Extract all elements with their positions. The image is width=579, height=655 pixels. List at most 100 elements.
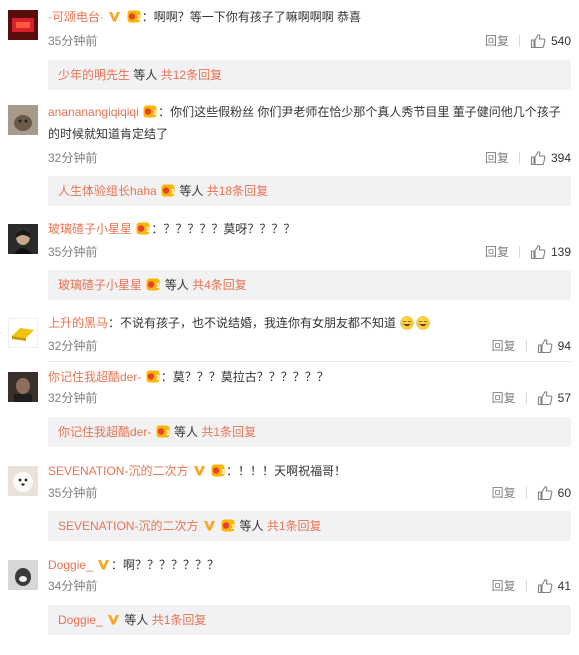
sub-reply-total[interactable]: 共1条回复 bbox=[267, 519, 322, 533]
sub-reply-total[interactable]: 共4条回复 bbox=[192, 278, 247, 292]
comment-body: Doggie_ ：啊？？？？？？？ bbox=[48, 554, 571, 576]
sub-reply-username[interactable]: SEVENATION-沉的二次方 bbox=[58, 519, 198, 533]
sub-reply-total[interactable]: 共18条回复 bbox=[207, 184, 268, 198]
sub-reply-username[interactable]: 少年的明先生 bbox=[58, 68, 130, 82]
comment-body: 上升的黑马：不说有孩子，也不说结婚，我连你有女朋友都不知道 bbox=[48, 312, 571, 334]
sub-reply-username[interactable]: 玻璃碴子小星星 bbox=[58, 278, 142, 292]
member-level-icon bbox=[127, 10, 141, 23]
sub-reply-by: 等人 bbox=[239, 519, 264, 533]
comment-actions: 回复 94 bbox=[492, 338, 571, 354]
sub-reply-total[interactable]: 共1条回复 bbox=[201, 425, 256, 439]
sub-replies-bar[interactable]: SEVENATION-沉的二次方 等人 共1条回复 bbox=[48, 511, 571, 541]
username-link[interactable]: 玻璃碴子小星星 bbox=[48, 222, 132, 236]
like-thumb-icon[interactable] bbox=[537, 485, 553, 501]
avatar[interactable] bbox=[8, 466, 38, 496]
like-count: 139 bbox=[550, 245, 571, 259]
reply-button[interactable]: 回复 bbox=[485, 33, 509, 49]
comment-item: Doggie_ ：啊？？？？？？？ 34分钟前 回复 41 Doggie_ 等人… bbox=[0, 550, 579, 655]
avatar-image bbox=[8, 560, 38, 590]
like-count: 394 bbox=[550, 151, 571, 165]
comment-actions: 回复 139 bbox=[485, 244, 571, 260]
verified-v-icon bbox=[97, 558, 110, 571]
sub-reply-username[interactable]: 人生体验组长haha bbox=[58, 184, 157, 198]
sub-reply-total[interactable]: 共1条回复 bbox=[152, 613, 207, 627]
comment-time: 34分钟前 bbox=[48, 579, 98, 593]
comment-text: ：？？？？？莫呀？？？？ bbox=[151, 222, 296, 236]
action-divider bbox=[518, 35, 520, 47]
like-thumb-icon[interactable] bbox=[530, 244, 546, 260]
laugh-cry-emoji-icon bbox=[400, 316, 414, 330]
avatar[interactable] bbox=[8, 560, 38, 590]
sub-replies-bar[interactable]: Doggie_ 等人 共1条回复 bbox=[48, 605, 571, 635]
reply-button[interactable]: 回复 bbox=[485, 150, 509, 166]
avatar-image bbox=[8, 466, 38, 496]
avatar[interactable] bbox=[8, 224, 38, 254]
comment-time: 32分钟前 bbox=[48, 391, 98, 405]
username-link[interactable]: anananangiqiqiqi bbox=[48, 105, 139, 119]
reply-button[interactable]: 回复 bbox=[492, 338, 516, 354]
action-divider bbox=[525, 580, 527, 592]
reply-button[interactable]: 回复 bbox=[492, 390, 516, 406]
reply-button[interactable]: 回复 bbox=[492, 578, 516, 594]
action-divider bbox=[525, 392, 527, 404]
avatar[interactable] bbox=[8, 105, 38, 135]
like-thumb-icon[interactable] bbox=[537, 338, 553, 354]
username-link[interactable]: SEVENATION-沉的二次方 bbox=[48, 464, 188, 478]
sub-reply-total[interactable]: 共12条回复 bbox=[161, 68, 222, 82]
comment-body: anananangiqiqiqi ：你们这些假粉丝 你们尹老师在恰少那个真人秀节… bbox=[48, 101, 571, 123]
verified-v-icon bbox=[203, 519, 216, 532]
verified-v-icon bbox=[107, 613, 120, 626]
username-link[interactable]: 你记住我超酷der- bbox=[48, 370, 141, 384]
comment-item: 你记住我超酷der- ：莫？？？莫拉古？？？？？？ 32分钟前 回复 57 你记… bbox=[0, 362, 579, 456]
member-level-icon bbox=[146, 278, 160, 291]
username-link[interactable]: 上升的黑马 bbox=[48, 316, 108, 330]
avatar-image bbox=[8, 372, 38, 402]
reply-button[interactable]: 回复 bbox=[485, 244, 509, 260]
comment-text-line2: 的时候就知道肯定结了 bbox=[48, 127, 169, 141]
avatar-image bbox=[8, 318, 38, 348]
username-link[interactable]: Doggie_ bbox=[48, 558, 93, 572]
sub-reply-by: 等人 bbox=[174, 425, 199, 439]
comment-text: ：！！！天啊祝福哥！ bbox=[226, 464, 347, 478]
sub-replies-bar[interactable]: 你记住我超酷der- 等人 共1条回复 bbox=[48, 417, 571, 447]
comment-actions: 回复 394 bbox=[485, 150, 571, 166]
avatar[interactable] bbox=[8, 10, 38, 40]
comment-actions: 回复 57 bbox=[492, 390, 571, 406]
like-thumb-icon[interactable] bbox=[530, 33, 546, 49]
comment-text: ：啊啊？等一下你有孩子了嘛啊啊啊 恭喜 bbox=[141, 10, 362, 24]
sub-replies-bar[interactable]: 人生体验组长haha 等人 共18条回复 bbox=[48, 176, 571, 206]
member-level-icon bbox=[221, 519, 235, 532]
comment-body: SEVENATION-沉的二次方 ：！！！天啊祝福哥！ bbox=[48, 460, 571, 482]
comment-item: 上升的黑马：不说有孩子，也不说结婚，我连你有女朋友都不知道 32分钟前 回复 9… bbox=[0, 306, 579, 362]
like-thumb-icon[interactable] bbox=[530, 150, 546, 166]
comment-text: ：不说有孩子，也不说结婚，我连你有女朋友都不知道 bbox=[108, 316, 397, 330]
comment-item: anananangiqiqiqi ：你们这些假粉丝 你们尹老师在恰少那个真人秀节… bbox=[0, 95, 579, 212]
sub-replies-bar[interactable]: 少年的明先生 等人 共12条回复 bbox=[48, 60, 571, 90]
sub-reply-username[interactable]: 你记住我超酷der- bbox=[58, 425, 151, 439]
like-thumb-icon[interactable] bbox=[537, 390, 553, 406]
comment-text: ：啊？？？？？？？ bbox=[111, 558, 220, 572]
like-count: 540 bbox=[550, 34, 571, 48]
avatar[interactable] bbox=[8, 372, 38, 402]
sub-reply-username[interactable]: Doggie_ bbox=[58, 613, 103, 627]
comment-time: 32分钟前 bbox=[48, 151, 98, 165]
like-count: 60 bbox=[557, 486, 571, 500]
comment-item: ·可颂电台· ：啊啊？等一下你有孩子了嘛啊啊啊 恭喜 35分钟前 回复 540 … bbox=[0, 0, 579, 95]
comment-time: 35分钟前 bbox=[48, 486, 98, 500]
comment-body: 你记住我超酷der- ：莫？？？莫拉古？？？？？？ bbox=[48, 366, 571, 388]
comment-body: 玻璃碴子小星星 ：？？？？？莫呀？？？？ bbox=[48, 218, 571, 240]
avatar[interactable] bbox=[8, 318, 38, 348]
member-level-icon bbox=[136, 222, 150, 235]
action-divider bbox=[525, 340, 527, 352]
member-level-icon bbox=[211, 464, 225, 477]
comment-item: SEVENATION-沉的二次方 ：！！！天啊祝福哥！ 35分钟前 回复 60 … bbox=[0, 456, 579, 550]
reply-button[interactable]: 回复 bbox=[492, 485, 516, 501]
like-count: 57 bbox=[557, 391, 571, 405]
verified-v-icon bbox=[108, 10, 121, 23]
like-thumb-icon[interactable] bbox=[537, 578, 553, 594]
username-link[interactable]: ·可颂电台· bbox=[48, 10, 104, 24]
action-divider bbox=[518, 246, 520, 258]
sub-reply-by: 等人 bbox=[164, 278, 189, 292]
member-level-icon bbox=[156, 425, 170, 438]
sub-replies-bar[interactable]: 玻璃碴子小星星 等人 共4条回复 bbox=[48, 270, 571, 300]
